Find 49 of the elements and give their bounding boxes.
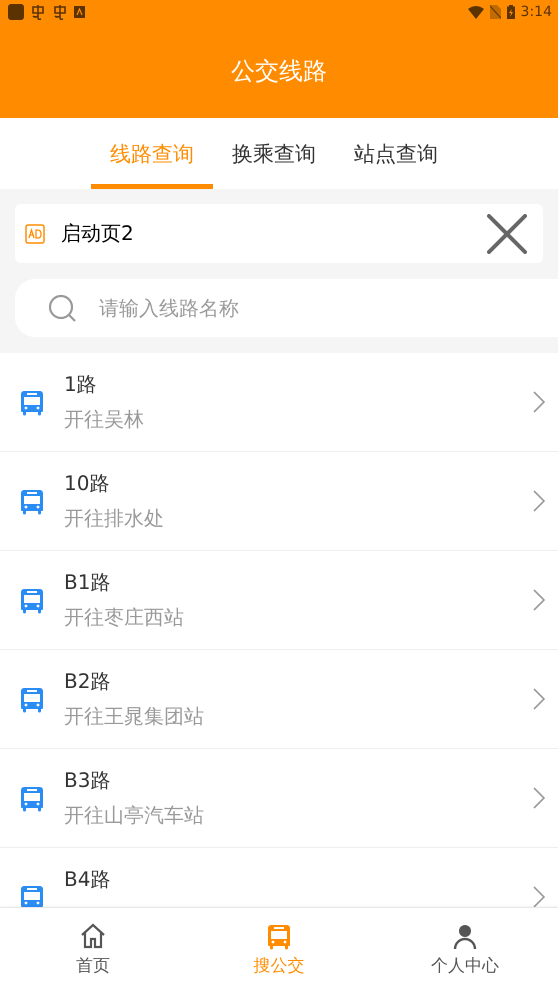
bus-icon xyxy=(18,388,46,416)
close-button[interactable] xyxy=(485,212,529,256)
route-destination: 开往排水处 xyxy=(64,505,165,532)
chevron-right-icon xyxy=(532,885,546,907)
person-icon xyxy=(451,922,479,950)
query-tab[interactable]: 换乘查询 xyxy=(213,118,335,189)
route-item[interactable]: B2路 开往王晁集团站 xyxy=(0,650,558,749)
nav-tab[interactable]: 首页 xyxy=(0,908,186,992)
route-name: 1路 xyxy=(64,371,98,398)
page-title: 公交线路 xyxy=(231,56,327,87)
clock-time: 3:14 xyxy=(520,4,552,20)
nav-tab[interactable]: 个人中心 xyxy=(372,908,558,992)
route-name: B3路 xyxy=(64,767,112,794)
chevron-right-icon xyxy=(532,489,546,513)
route-name: B4路 xyxy=(64,866,112,893)
bus-icon xyxy=(18,685,46,713)
route-item[interactable]: 10路 开往排水处 xyxy=(0,452,558,551)
app-icon xyxy=(8,4,24,20)
notification-icon xyxy=(30,4,46,20)
chevron-right-icon xyxy=(532,687,546,711)
ad-text: 启动页2 xyxy=(61,220,135,247)
route-destination: 开往吴林 xyxy=(64,406,145,433)
route-destination: 开往王晁集团站 xyxy=(64,703,205,730)
search-icon xyxy=(47,293,77,323)
chevron-right-icon xyxy=(532,786,546,810)
route-item[interactable]: B3路 开往山亭汽车站 xyxy=(0,749,558,848)
bus-icon xyxy=(18,487,46,515)
route-name: B1路 xyxy=(64,569,112,596)
route-destination: 开往山亭汽车站 xyxy=(64,802,205,829)
battery-icon xyxy=(506,5,515,19)
route-destination: 开往枣庄西站 xyxy=(64,604,185,631)
query-tab[interactable]: 站点查询 xyxy=(335,118,457,189)
search-bar[interactable]: 请输入线路名称 xyxy=(15,279,558,337)
home-icon xyxy=(79,922,107,950)
route-item[interactable]: 1路 开往吴林 xyxy=(0,353,558,452)
bus-icon xyxy=(18,784,46,812)
bus-icon xyxy=(18,586,46,614)
ad-icon xyxy=(25,224,45,244)
notification-icon xyxy=(52,4,68,20)
no-sim-icon xyxy=(490,5,501,19)
route-item[interactable]: B1路 开往枣庄西站 xyxy=(0,551,558,650)
search-input[interactable]: 请输入线路名称 xyxy=(97,295,558,321)
wifi-icon xyxy=(468,6,484,18)
chevron-right-icon xyxy=(532,390,546,414)
bus-icon xyxy=(265,922,293,950)
keyboard-icon xyxy=(74,6,85,18)
route-name: 10路 xyxy=(64,470,110,497)
route-name: B2路 xyxy=(64,668,112,695)
chevron-right-icon xyxy=(532,588,546,612)
